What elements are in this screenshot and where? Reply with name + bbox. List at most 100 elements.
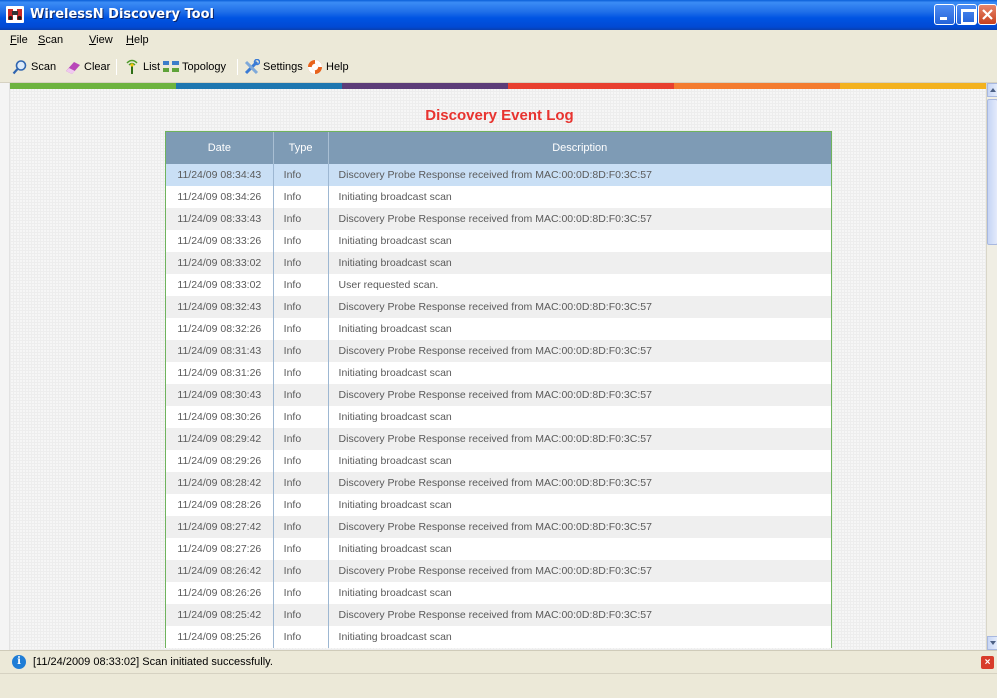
cell-description: Discovery Probe Response received from M… [338, 389, 652, 401]
bottom-bar [0, 673, 997, 698]
clear-button[interactable]: Clear [65, 58, 110, 76]
table-row[interactable]: 11/24/09 08:33:43 Info Discovery Probe Res… [166, 208, 831, 230]
cell-type: Info [274, 626, 329, 648]
cell-date: 11/24/09 08:28:26 [166, 494, 274, 516]
menu-help[interactable]: Help [126, 34, 149, 46]
cell-date: 11/24/09 08:31:43 [166, 340, 274, 362]
menu-view[interactable]: View [89, 34, 113, 46]
table-row[interactable]: 11/24/09 08:34:26 Info Initiating broadcas… [166, 186, 831, 208]
table-row[interactable]: 11/24/09 08:26:42 Info Discovery Probe Res… [166, 560, 831, 582]
cell-date: 11/24/09 08:30:43 [166, 384, 274, 406]
cell-type: Info [274, 252, 329, 274]
column-header-type[interactable]: Type [274, 132, 329, 164]
table-row[interactable]: 11/24/09 08:29:26 Info Initiating broadcas… [166, 450, 831, 472]
table-row[interactable]: 11/24/09 08:25:42 Info Discovery Probe Res… [166, 604, 831, 626]
table-row[interactable]: 11/24/09 08:32:26 Info Initiating broadcas… [166, 318, 831, 340]
table-row[interactable]: 11/24/09 08:33:02 Info Initiating broadcas… [166, 252, 831, 274]
cell-type: Info [274, 384, 329, 406]
topology-label: Topology [182, 61, 227, 73]
table-row[interactable]: 11/24/09 08:30:43 Info Discovery Probe Res… [166, 384, 831, 406]
cell-description: Discovery Probe Response received from M… [338, 477, 652, 489]
cell-date: 11/24/09 08:30:26 [166, 406, 274, 428]
cell-date: 11/24/09 08:27:42 [166, 516, 274, 538]
table-row[interactable]: 11/24/09 08:27:26 Info Initiating broadcas… [166, 538, 831, 560]
scan-button[interactable]: Scan [12, 58, 56, 76]
table-row[interactable]: 11/24/09 08:27:42 Info Discovery Probe Res… [166, 516, 831, 538]
cell-type: Info [274, 560, 329, 582]
cell-date: 11/24/09 08:26:26 [166, 582, 274, 604]
table-header: Date Type Description [166, 132, 831, 164]
cell-description: Initiating broadcast scan [338, 587, 452, 599]
cell-date: 11/24/09 08:34:43 [166, 164, 274, 186]
table-row[interactable]: 11/24/09 08:28:42 Info Discovery Probe Res… [166, 472, 831, 494]
table-row[interactable]: 11/24/09 08:30:26 Info Initiating broadcas… [166, 406, 831, 428]
event-log-table: Date Type Description 11/24/09 08:34:43 I… [165, 131, 832, 648]
help-label: Help [326, 61, 349, 73]
cell-description: Discovery Probe Response received from M… [338, 433, 652, 445]
cell-type: Info [274, 494, 329, 516]
table-row[interactable]: 11/24/09 08:26:26 Info Initiating broadcas… [166, 582, 831, 604]
cell-description: Initiating broadcast scan [338, 411, 452, 423]
cell-description: Initiating broadcast scan [338, 367, 452, 379]
cell-description: Discovery Probe Response received from M… [338, 301, 652, 313]
help-button[interactable]: Help [307, 58, 349, 76]
tools-icon [244, 59, 260, 75]
menu-file[interactable]: File [10, 34, 28, 46]
scan-label: Scan [31, 61, 57, 73]
status-bar: i [11/24/2009 08:33:02] Scan initiated s… [0, 650, 997, 673]
table-row[interactable]: 11/24/09 08:25:26 Info Initiating broadcas… [166, 626, 831, 648]
table-row[interactable]: 11/24/09 08:28:26 Info Initiating broadcas… [166, 494, 831, 516]
table-row[interactable]: 11/24/09 08:32:43 Info Discovery Probe Res… [166, 296, 831, 318]
antenna-icon [126, 59, 138, 74]
cell-type: Info [274, 428, 329, 450]
title-bar[interactable]: WirelessN Discovery Tool [0, 0, 997, 30]
cell-description: Initiating broadcast scan [338, 235, 452, 247]
clear-label: Clear [84, 61, 111, 73]
maximize-button[interactable] [956, 4, 977, 25]
left-margin [0, 83, 10, 650]
cell-type: Info [274, 538, 329, 560]
minimize-button[interactable] [934, 4, 955, 25]
cell-type: Info [274, 186, 329, 208]
table-row[interactable]: 11/24/09 08:34:43 Info Discovery Probe Res… [166, 164, 831, 186]
table-row[interactable]: 11/24/09 08:29:42 Info Discovery Probe Res… [166, 428, 831, 450]
info-icon: i [12, 655, 26, 669]
close-button[interactable] [978, 4, 997, 25]
table-row[interactable]: 11/24/09 08:33:26 Info Initiating broadcas… [166, 230, 831, 252]
cell-description: Discovery Probe Response received from M… [338, 521, 652, 533]
settings-button[interactable]: Settings [244, 58, 303, 76]
scroll-up-button[interactable] [987, 83, 997, 97]
cell-description: Discovery Probe Response received from M… [338, 345, 652, 357]
cell-type: Info [274, 164, 329, 186]
dismiss-status-button[interactable]: × [981, 656, 994, 669]
cell-date: 11/24/09 08:32:26 [166, 318, 274, 340]
cell-type: Info [274, 230, 329, 252]
cell-type: Info [274, 516, 329, 538]
table-row[interactable]: 11/24/09 08:31:43 Info Discovery Probe Res… [166, 340, 831, 362]
eraser-icon [66, 62, 80, 74]
column-header-description[interactable]: Description [329, 132, 831, 164]
cell-date: 11/24/09 08:33:02 [166, 252, 274, 274]
topology-button[interactable]: Topology [163, 58, 226, 76]
cell-date: 11/24/09 08:25:42 [166, 604, 274, 626]
cell-date: 11/24/09 08:28:42 [166, 472, 274, 494]
cell-description: Initiating broadcast scan [338, 543, 452, 555]
cell-description: User requested scan. [338, 279, 439, 291]
list-label: List [143, 61, 161, 73]
table-row[interactable]: 11/24/09 08:31:26 Info Initiating broadcas… [166, 362, 831, 384]
column-header-date[interactable]: Date [166, 132, 274, 164]
table-row[interactable]: 11/24/09 08:33:02 Info User requested scan… [166, 274, 831, 296]
scroll-thumb[interactable] [987, 99, 997, 245]
cell-description: Initiating broadcast scan [338, 323, 452, 335]
cell-type: Info [274, 472, 329, 494]
cell-date: 11/24/09 08:29:26 [166, 450, 274, 472]
cell-description: Discovery Probe Response received from M… [338, 609, 652, 621]
vertical-scrollbar[interactable] [986, 83, 997, 650]
toolbar: Scan Clear List Topology Settings Help [0, 50, 997, 83]
menu-scan[interactable]: Scan [38, 34, 63, 46]
list-button[interactable]: List [124, 58, 160, 76]
arrow-up-icon [990, 88, 996, 92]
cell-date: 11/24/09 08:33:43 [166, 208, 274, 230]
scroll-down-button[interactable] [987, 636, 997, 650]
topology-icon [163, 61, 179, 72]
